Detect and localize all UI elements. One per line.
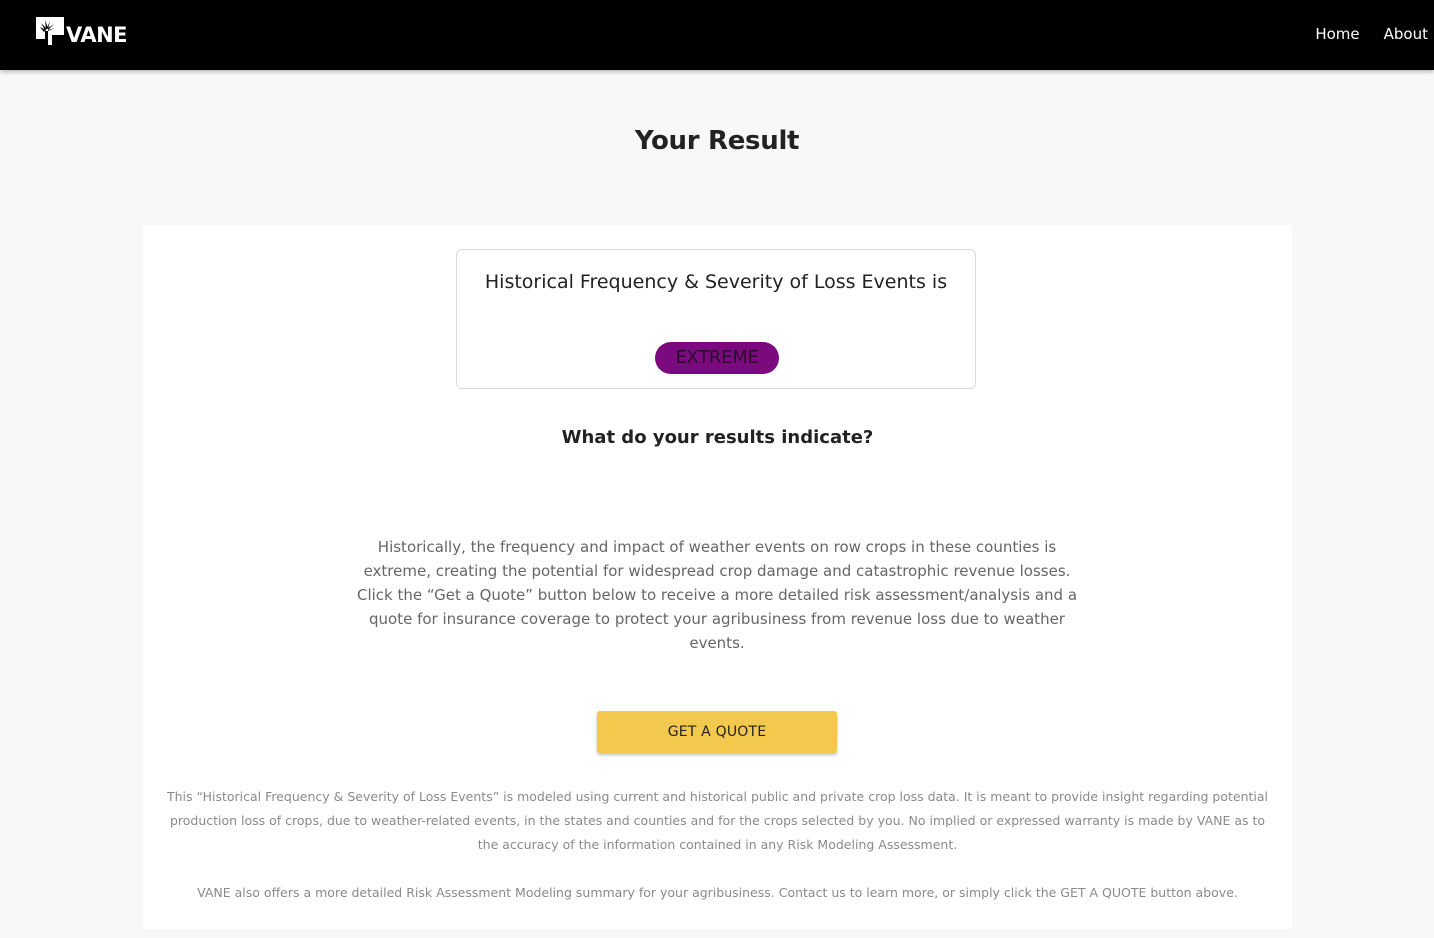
logo-text: VANE [66, 23, 128, 47]
top-navbar: VANE Home About [0, 0, 1434, 70]
result-card: Historical Frequency & Severity of Loss … [143, 225, 1292, 929]
vane-logo[interactable]: VANE [36, 17, 128, 47]
nav-link-home[interactable]: Home [1315, 24, 1359, 44]
get-a-quote-button[interactable]: GET A QUOTE [597, 711, 837, 753]
explanation-paragraph: Historically, the frequency and impact o… [363, 538, 1071, 580]
explanation-paragraph: Click the “Get a Quote” button below to … [356, 586, 1078, 652]
disclaimer-paragraph: VANE also offers a more detailed Risk As… [197, 885, 1238, 900]
disclaimer-paragraph: This “Historical Frequency & Severity of… [166, 789, 1269, 852]
results-explanation: Historically, the frequency and impact o… [353, 535, 1081, 655]
main-nav: Home About [1315, 24, 1428, 44]
result-heading: Historical Frequency & Severity of Loss … [484, 271, 948, 293]
risk-level-badge: EXTREME [655, 342, 779, 374]
results-explanation-heading: What do your results indicate? [561, 427, 874, 448]
result-summary-box: Historical Frequency & Severity of Loss … [456, 249, 976, 389]
page-title: Your Result [634, 126, 800, 156]
nav-link-about[interactable]: About [1384, 24, 1428, 44]
tree-icon [36, 17, 64, 45]
disclaimer: This “Historical Frequency & Severity of… [163, 785, 1272, 905]
